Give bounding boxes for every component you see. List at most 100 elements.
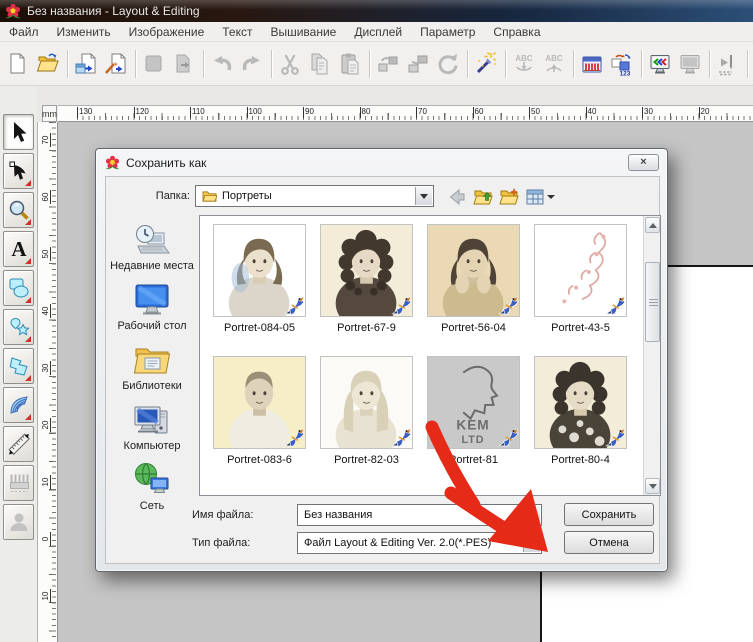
menu-item-3[interactable]: Изображение bbox=[120, 22, 214, 42]
file-item[interactable]: Portret-083-6 bbox=[212, 356, 307, 466]
file-item[interactable]: Portret-67-9 bbox=[319, 224, 414, 334]
place-network[interactable]: Сеть bbox=[108, 461, 196, 512]
menu-item-5[interactable]: Вышивание bbox=[261, 22, 345, 42]
design-settings-button[interactable] bbox=[139, 48, 169, 80]
write-to-card-button[interactable] bbox=[169, 48, 199, 80]
scroll-up-button[interactable] bbox=[645, 217, 660, 233]
sewing-order-button[interactable]: 123 bbox=[607, 48, 637, 80]
filetype-dropdown-button[interactable] bbox=[523, 534, 540, 552]
view-menu-button[interactable] bbox=[524, 186, 556, 208]
file-item[interactable]: Portret-56-04 bbox=[426, 224, 521, 334]
flip-copy-button[interactable] bbox=[373, 48, 403, 80]
embroidery-bird-logo-icon bbox=[390, 294, 412, 316]
cancel-button[interactable]: Отмена bbox=[564, 531, 654, 554]
filetype-combobox[interactable]: Файл Layout & Editing Ver. 2.0(*.PES) bbox=[297, 532, 542, 554]
file-item[interactable]: Portret-084-05 bbox=[212, 224, 307, 334]
sewing-simulator-button[interactable] bbox=[713, 48, 743, 80]
text-tool-button[interactable]: A bbox=[3, 231, 34, 267]
menu-item-2[interactable]: Изменить bbox=[48, 22, 120, 42]
text-arch-down-icon: ABC bbox=[512, 52, 536, 76]
point-edit-tool-button[interactable] bbox=[3, 153, 34, 189]
file-thumbnail[interactable] bbox=[320, 224, 413, 317]
stitch-view-button[interactable] bbox=[675, 48, 705, 80]
file-thumbnail[interactable] bbox=[320, 356, 413, 449]
folder-combobox[interactable]: Портреты bbox=[195, 185, 434, 207]
sewing-order-icon: 123 bbox=[610, 52, 634, 76]
menu-item-7[interactable]: Параметр bbox=[411, 22, 484, 42]
flyout-triangle-icon bbox=[25, 375, 31, 381]
menu-item-6[interactable]: Дисплей bbox=[345, 22, 411, 42]
redo-button[interactable] bbox=[237, 48, 267, 80]
text-arch-up-button[interactable]: ABC bbox=[539, 48, 569, 80]
file-thumbnail[interactable] bbox=[213, 224, 306, 317]
filename-combobox[interactable]: Без названия bbox=[297, 504, 542, 526]
thread-palette-button[interactable] bbox=[577, 48, 607, 80]
rotate-button[interactable] bbox=[433, 48, 463, 80]
file-thumbnail[interactable]: KEM LTD bbox=[427, 356, 520, 449]
measure-tool-button[interactable] bbox=[3, 426, 34, 462]
shapes-tool-button[interactable] bbox=[3, 270, 34, 306]
menu-item-4[interactable]: Текст bbox=[213, 22, 261, 42]
scrollbar[interactable] bbox=[643, 216, 660, 495]
fan-stitch-tool-button[interactable] bbox=[3, 387, 34, 423]
toolbar-separator bbox=[573, 50, 574, 78]
new-document-button[interactable] bbox=[3, 48, 33, 80]
triangle-up-icon bbox=[649, 223, 657, 228]
select-tool-button[interactable] bbox=[3, 114, 34, 150]
place-recent-places[interactable]: Недавние места bbox=[108, 221, 196, 272]
image-wizard-button[interactable] bbox=[471, 48, 501, 80]
file-thumbnail[interactable] bbox=[534, 224, 627, 317]
place-desktop[interactable]: Рабочий стол bbox=[108, 281, 196, 332]
menu-item-1[interactable]: Файл bbox=[0, 22, 48, 42]
portrait-tool-icon bbox=[7, 510, 31, 534]
file-thumbnail[interactable] bbox=[213, 356, 306, 449]
portrait-tool-button[interactable] bbox=[3, 504, 34, 540]
open-file-button[interactable] bbox=[33, 48, 63, 80]
manual-punch-tool-button[interactable] bbox=[3, 465, 34, 501]
group-objects-button[interactable] bbox=[403, 48, 433, 80]
cut-button[interactable] bbox=[275, 48, 305, 80]
image-to-page-button[interactable] bbox=[101, 48, 131, 80]
import-to-layout-button[interactable] bbox=[71, 48, 101, 80]
place-libraries[interactable]: Библиотеки bbox=[108, 341, 196, 392]
flyout-triangle-icon bbox=[25, 336, 31, 342]
place-label: Недавние места bbox=[110, 260, 194, 272]
dialog-flower-icon bbox=[105, 155, 120, 170]
scroll-thumb[interactable] bbox=[645, 262, 660, 342]
flip-copy-icon bbox=[376, 52, 400, 76]
undo-button[interactable] bbox=[207, 48, 237, 80]
outline-shape-tool-button[interactable] bbox=[3, 348, 34, 384]
embroidery-bird-logo-icon bbox=[604, 294, 626, 316]
realistic-view-button[interactable] bbox=[645, 48, 675, 80]
zoom-tool-button[interactable] bbox=[3, 192, 34, 228]
dialog-close-button[interactable]: × bbox=[628, 154, 659, 171]
place-computer[interactable]: Компьютер bbox=[108, 401, 196, 452]
up-folder-button[interactable] bbox=[472, 186, 494, 208]
copy-button[interactable] bbox=[305, 48, 335, 80]
toolbar-separator bbox=[467, 50, 468, 78]
menu-item-8[interactable]: Справка bbox=[484, 22, 549, 42]
filetype-value: Файл Layout & Editing Ver. 2.0(*.PES) bbox=[304, 537, 491, 549]
file-thumbnail[interactable] bbox=[427, 224, 520, 317]
filename-dropdown-button[interactable] bbox=[523, 506, 540, 524]
scroll-down-button[interactable] bbox=[645, 478, 660, 494]
dialog-title-bar[interactable]: Сохранить как × bbox=[96, 149, 667, 176]
desktop-icon bbox=[132, 281, 172, 317]
paste-button[interactable] bbox=[335, 48, 365, 80]
filename-label: Имя файла: bbox=[192, 509, 253, 521]
folder-dropdown-button[interactable] bbox=[415, 187, 432, 205]
place-label: Библиотеки bbox=[122, 380, 182, 392]
back-arrow-button[interactable] bbox=[446, 186, 468, 208]
save-button[interactable]: Сохранить bbox=[564, 503, 654, 526]
file-item[interactable]: Portret-43-5 bbox=[533, 224, 628, 334]
sewing-simulator-icon bbox=[716, 52, 740, 76]
file-item[interactable]: KEM LTD Portret-81 bbox=[426, 356, 521, 466]
file-item[interactable]: Portret-80-4 bbox=[533, 356, 628, 466]
new-folder-button[interactable] bbox=[498, 186, 520, 208]
redo-icon bbox=[240, 52, 264, 76]
decor-shapes-tool-button[interactable] bbox=[3, 309, 34, 345]
text-arch-down-button[interactable]: ABC bbox=[509, 48, 539, 80]
file-item[interactable]: Portret-82-03 bbox=[319, 356, 414, 466]
hruler-label: 20 bbox=[699, 107, 710, 118]
file-thumbnail[interactable] bbox=[534, 356, 627, 449]
